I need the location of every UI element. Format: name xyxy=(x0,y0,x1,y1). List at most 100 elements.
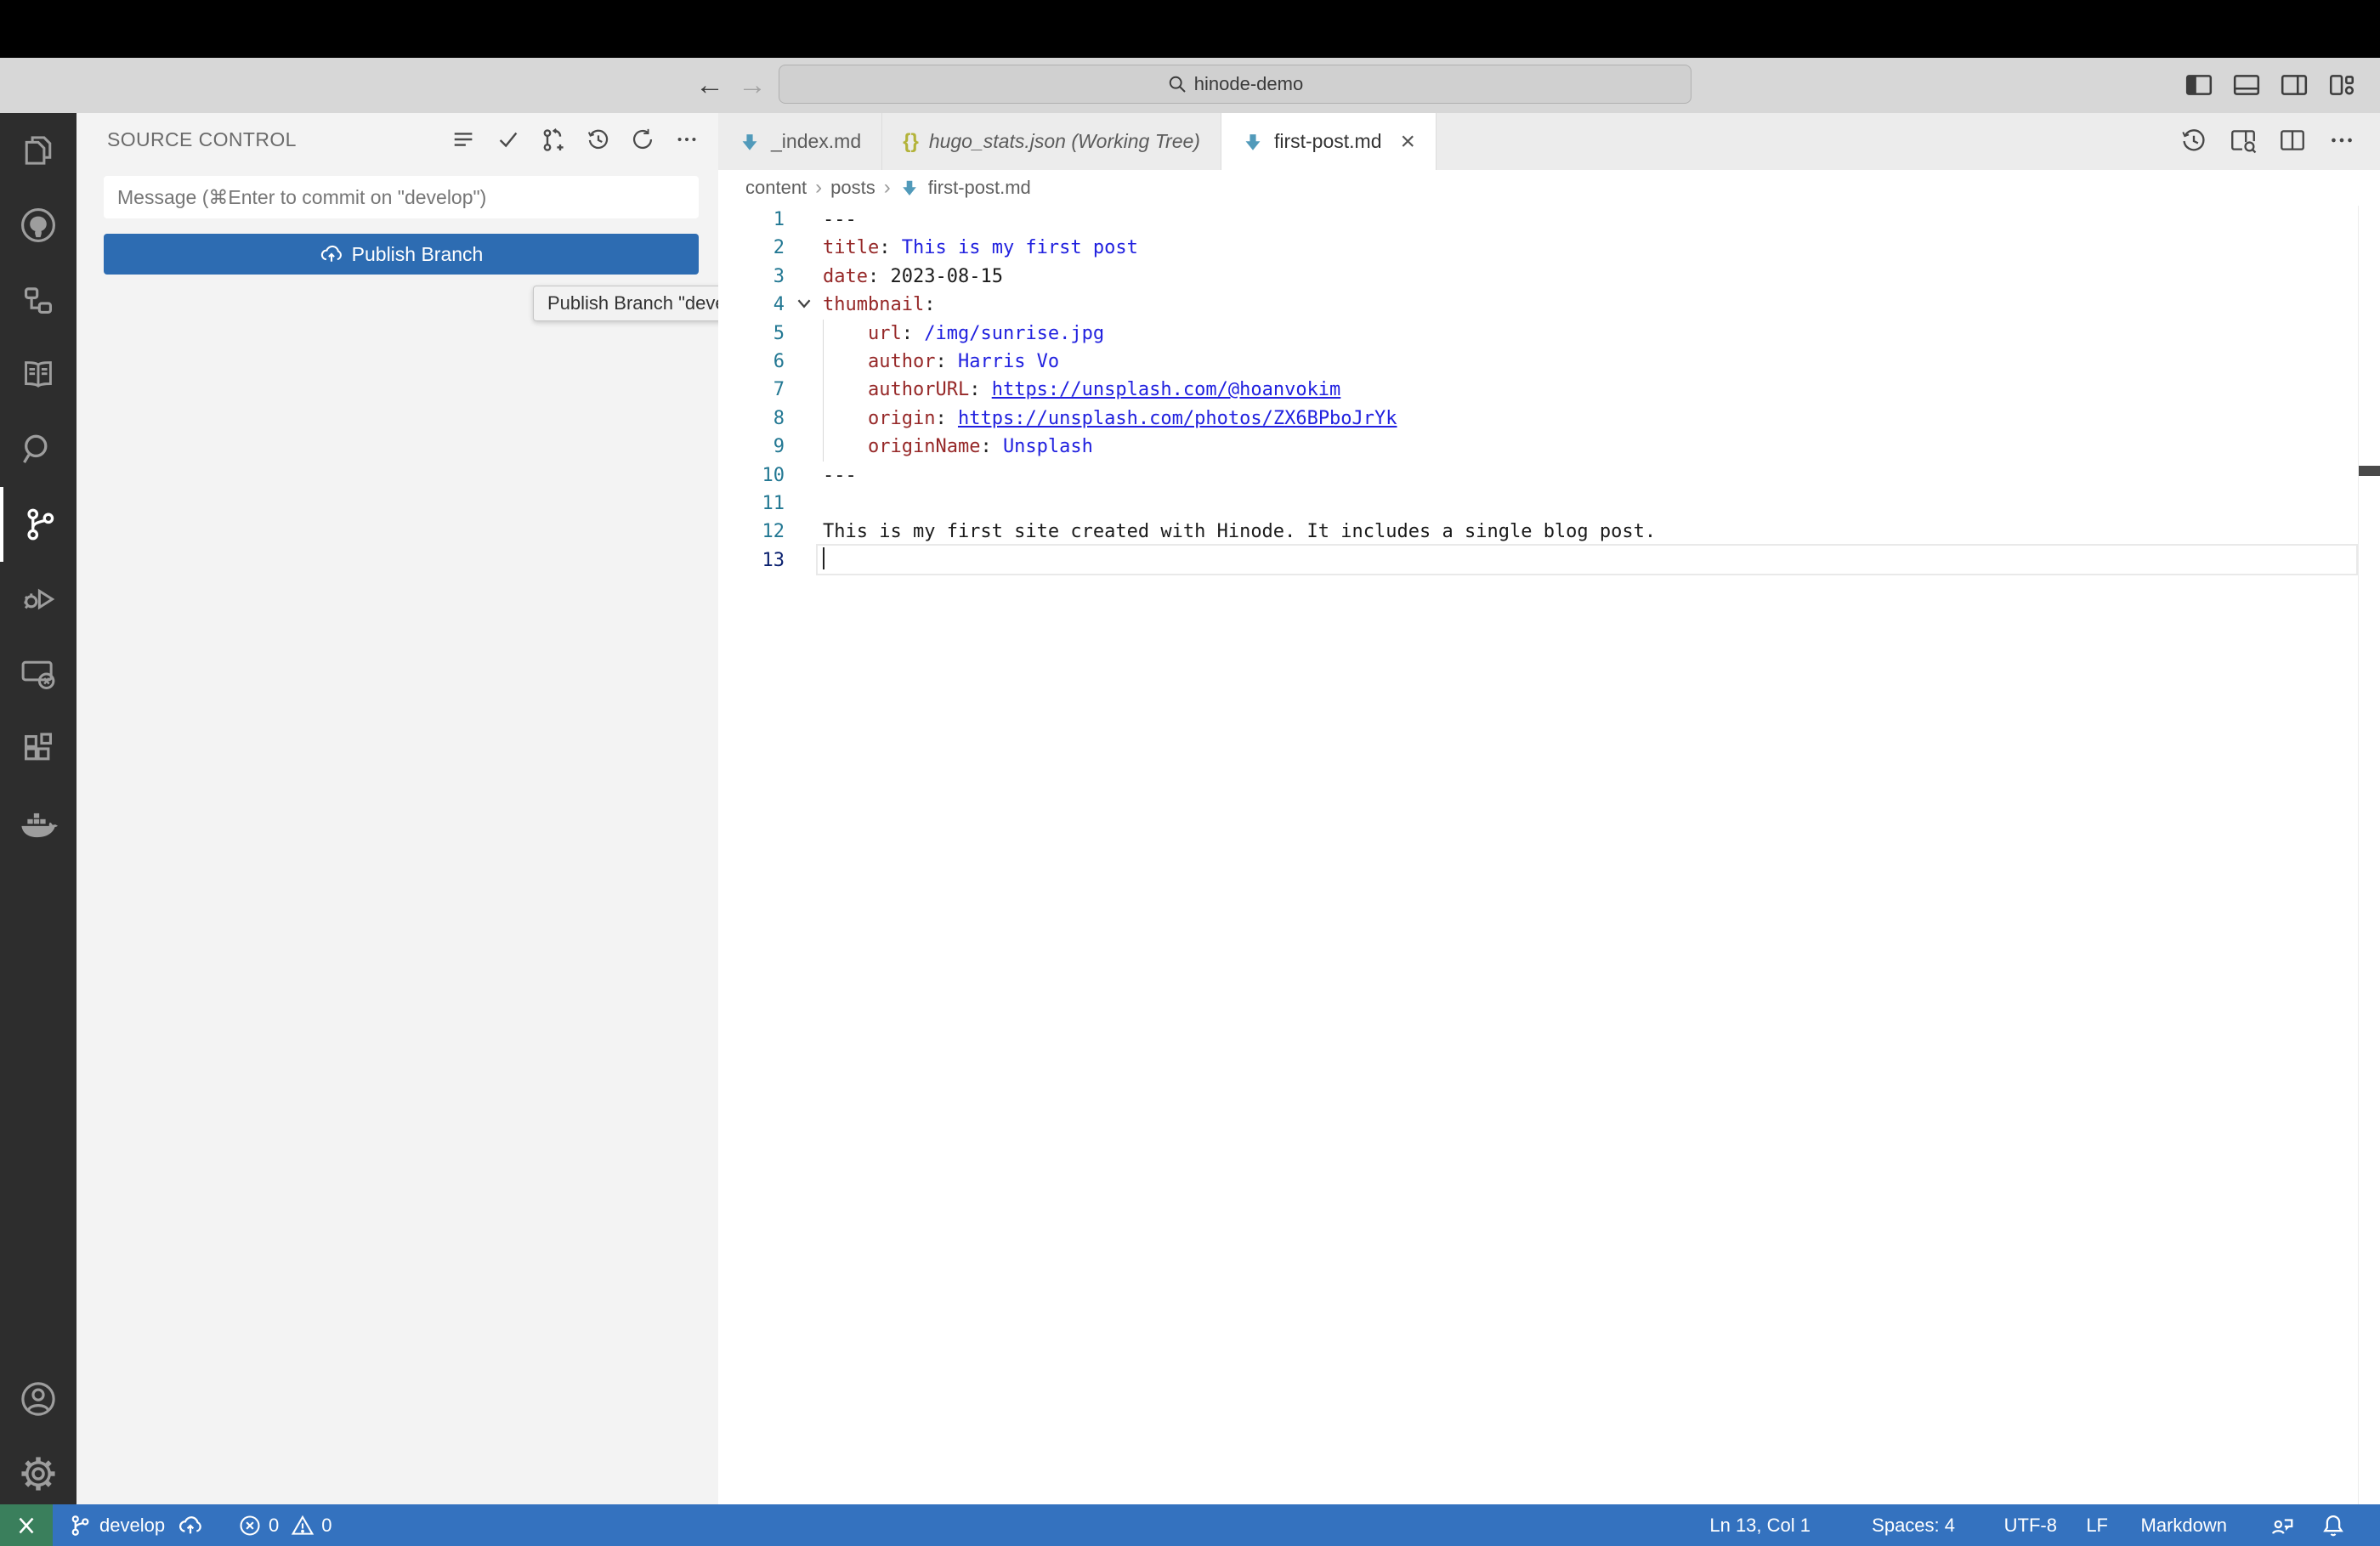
search-icon xyxy=(1167,74,1187,94)
git-branch-icon xyxy=(68,1514,92,1538)
language-mode-status[interactable]: Markdown xyxy=(2141,1504,2227,1546)
branch-name: develop xyxy=(99,1514,166,1536)
warning-count: 0 xyxy=(321,1514,332,1536)
activity-source-control[interactable] xyxy=(0,487,80,562)
activity-extensions[interactable] xyxy=(0,711,76,786)
source-control-panel: SOURCE CONTROL Message (⌘Enter to commit… xyxy=(76,113,772,1504)
link[interactable]: https://unsplash.com/photos/ZX6BPboJrYk xyxy=(958,408,1397,429)
close-tab-icon[interactable]: × xyxy=(1401,128,1416,155)
more-actions-icon[interactable] xyxy=(2327,126,2356,155)
activity-explorer[interactable] xyxy=(0,113,76,188)
line-number: 6 xyxy=(773,351,785,372)
fold-chevron-icon[interactable] xyxy=(791,291,817,316)
line-number: 4 xyxy=(773,294,785,316)
code-line: origin: https://unsplash.com/photos/ZX6B… xyxy=(867,407,1397,429)
line-number: 10 xyxy=(762,464,785,486)
cursor-position-status[interactable]: Ln 13, Col 1 xyxy=(1709,1504,1810,1546)
error-count: 0 xyxy=(269,1514,280,1536)
source-control-actions xyxy=(451,127,700,154)
code-line: date: 2023-08-15 xyxy=(823,265,1003,287)
notifications-button[interactable] xyxy=(2320,1504,2346,1546)
chevron-right-icon: › xyxy=(883,176,891,199)
source-control-icon xyxy=(25,506,59,543)
remote-indicator[interactable] xyxy=(0,1504,53,1546)
line-number: 11 xyxy=(762,493,785,514)
command-center-search[interactable]: hinode-demo xyxy=(779,65,1692,104)
branch-status[interactable]: develop xyxy=(68,1504,203,1546)
toggle-sidebar-icon[interactable] xyxy=(2184,71,2213,99)
nav-forward-button[interactable]: → xyxy=(738,66,767,104)
problems-status[interactable]: 0 0 xyxy=(238,1504,332,1546)
activity-search[interactable] xyxy=(0,412,76,487)
json-file-icon: {} xyxy=(903,129,919,153)
account-icon xyxy=(19,1379,58,1419)
split-editor-icon[interactable] xyxy=(2278,126,2307,155)
markdown-file-icon xyxy=(739,131,761,153)
code-line: thumbnail: xyxy=(823,294,936,316)
markdown-file-icon xyxy=(1242,131,1264,153)
more-actions-icon[interactable] xyxy=(674,127,700,154)
feedback-icon xyxy=(2270,1513,2295,1538)
activity-docs[interactable] xyxy=(0,337,76,412)
activity-account[interactable] xyxy=(0,1362,76,1436)
remote-icon xyxy=(14,1513,39,1538)
activity-hierarchy[interactable] xyxy=(0,263,76,337)
nav-back-button[interactable]: ← xyxy=(695,66,724,104)
commit-message-input[interactable]: Message (⌘Enter to commit on "develop") xyxy=(104,176,699,218)
editor-tab-bar: _index.md {} hugo_stats.json (Working Tr… xyxy=(718,113,2380,170)
markdown-file-icon xyxy=(899,178,920,198)
link[interactable]: https://unsplash.com/@hoanvokim xyxy=(992,379,1341,400)
error-icon xyxy=(238,1514,262,1538)
extensions-icon xyxy=(20,731,56,767)
view-as-list-icon[interactable] xyxy=(451,127,477,154)
customize-layout-icon[interactable] xyxy=(2327,71,2356,99)
activity-bar xyxy=(0,113,76,1504)
editor-pane[interactable]: 1 2 3 4 5 6 7 8 9 10 11 12 13 --- title:… xyxy=(718,206,2380,1504)
breadcrumb-item-posts[interactable]: posts xyxy=(830,177,876,199)
activity-remote-explorer[interactable] xyxy=(0,637,76,711)
indentation-status[interactable]: Spaces: 4 xyxy=(1872,1504,1955,1546)
publish-branch-button[interactable]: Publish Branch xyxy=(104,234,699,275)
encoding-status[interactable]: UTF-8 xyxy=(2004,1504,2057,1546)
eol-status[interactable]: LF xyxy=(2086,1504,2108,1546)
feedback-button[interactable] xyxy=(2270,1504,2295,1546)
activity-docker[interactable] xyxy=(0,786,76,861)
gear-icon xyxy=(19,1454,58,1493)
panel-title: SOURCE CONTROL xyxy=(107,128,297,150)
activity-github[interactable] xyxy=(0,188,76,263)
toggle-secondary-sidebar-icon[interactable] xyxy=(2280,71,2309,99)
layout-controls xyxy=(2184,71,2356,99)
history-icon[interactable] xyxy=(586,127,611,154)
vscode-window: ← → hinode-demo SOURCE CONTROL Message (… xyxy=(0,0,2380,1546)
activity-settings[interactable] xyxy=(0,1436,76,1511)
tab-hugo-stats-json[interactable]: {} hugo_stats.json (Working Tree) xyxy=(882,113,1221,170)
overview-ruler[interactable] xyxy=(2358,206,2359,1504)
tab-first-post-md[interactable]: first-post.md × xyxy=(1221,113,1437,170)
warning-icon xyxy=(291,1514,314,1538)
text-cursor xyxy=(823,547,824,569)
create-branch-icon[interactable] xyxy=(540,127,567,154)
activity-run-debug[interactable] xyxy=(0,562,76,637)
tab-index-md[interactable]: _index.md xyxy=(718,113,883,170)
commit-check-icon[interactable] xyxy=(496,127,521,154)
breadcrumb-item-file[interactable]: first-post.md xyxy=(928,177,1031,199)
bell-icon xyxy=(2320,1513,2346,1538)
chevron-right-icon: › xyxy=(815,176,823,199)
line-number-active: 13 xyxy=(762,549,785,571)
code-line: title: This is my first post xyxy=(823,237,1138,259)
breadcrumb-item-content[interactable]: content xyxy=(745,177,807,199)
search-icon xyxy=(20,431,57,468)
files-icon xyxy=(20,132,57,169)
line-number: 9 xyxy=(773,436,785,458)
refresh-icon[interactable] xyxy=(630,127,655,154)
breadcrumb: content › posts › first-post.md xyxy=(718,170,2380,206)
timeline-icon[interactable] xyxy=(2179,126,2208,155)
remote-explorer-icon xyxy=(20,655,57,693)
line-number: 5 xyxy=(773,322,785,344)
open-preview-icon[interactable] xyxy=(2229,126,2258,155)
line-number: 1 xyxy=(773,209,785,230)
editor-title-actions xyxy=(2179,126,2356,155)
toggle-panel-icon[interactable] xyxy=(2232,71,2261,99)
commit-message-placeholder: Message (⌘Enter to commit on "develop") xyxy=(117,185,487,208)
github-icon xyxy=(19,206,58,245)
